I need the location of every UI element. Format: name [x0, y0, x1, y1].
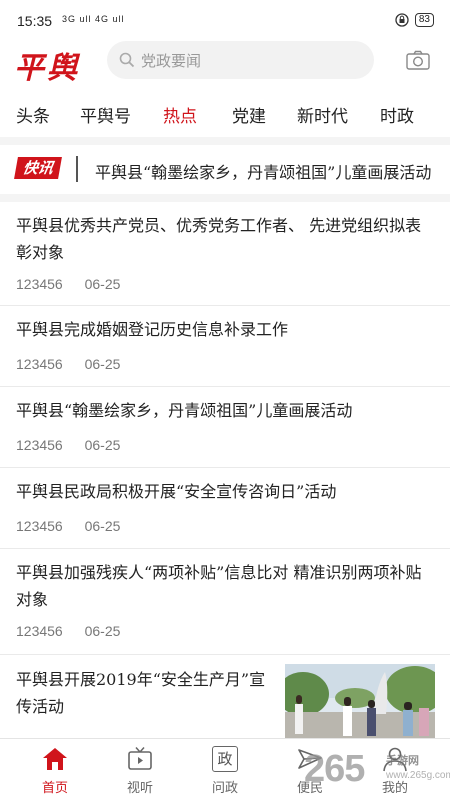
news-date: 06-25 [84, 518, 121, 534]
nav-wenzheng-label: 问政 [211, 781, 238, 796]
wenzheng-icon: 政 [212, 746, 238, 772]
news-photo-image [285, 664, 435, 740]
news-date: 06-25 [84, 356, 121, 372]
watermark-brand: 265 [304, 748, 365, 790]
news-meta: 123456 06-25 [16, 623, 138, 639]
nav-video-label: 视听 [126, 781, 153, 796]
news-views: 123456 [16, 623, 63, 639]
news-meta: 123456 06-25 [16, 518, 138, 534]
news-thumbnail [285, 664, 435, 740]
news-meta: 123456 06-25 [16, 276, 138, 292]
nav-home[interactable]: 首页 [25, 745, 85, 796]
news-date: 06-25 [84, 276, 121, 292]
tab-xinshidai[interactable]: 新时代 [297, 102, 348, 127]
watermark-url: www.265g.com [386, 770, 450, 781]
watermark-tag: 手游网 [386, 755, 419, 767]
section-separator [0, 194, 450, 202]
tab-pingyuhao[interactable]: 平舆号 [80, 102, 131, 127]
tab-redian[interactable]: 热点 [163, 102, 197, 127]
nav-video[interactable]: 视听 [110, 745, 170, 796]
nav-home-label: 首页 [41, 781, 68, 796]
search-bar[interactable]: 党政要闻 [107, 41, 374, 79]
news-title: 平舆县“翰墨绘家乡，丹青颂祖国”儿童画展活动 [16, 401, 353, 420]
tab-toutiao[interactable]: 头条 [16, 102, 50, 127]
news-item[interactable]: 平舆县优秀共产党员、优秀党务工作者、 先进党组织拟表彰对象 123456 06-… [0, 202, 450, 306]
news-item[interactable]: 平舆县完成婚姻登记历史信息补录工作 123456 06-25 [0, 306, 450, 386]
news-item[interactable]: 平舆县加强残疾人“两项补贴”信息比对 精准识别两项补贴对象 123456 06-… [0, 549, 450, 653]
app-header: 平舆 党政要闻 [0, 40, 450, 88]
flash-news-bar[interactable]: 快讯 平舆县“翰墨绘家乡，丹青颂祖国”儿童画展活动 [0, 145, 450, 193]
news-item[interactable]: 平舆县民政局积极开展“安全宣传咨询日”活动 123456 06-25 [0, 468, 450, 548]
news-meta: 123456 06-25 [16, 356, 138, 372]
home-icon [43, 748, 67, 770]
search-placeholder: 党政要闻 [141, 51, 202, 70]
news-views: 123456 [16, 276, 63, 292]
section-separator [0, 137, 450, 145]
news-title: 平舆县加强残疾人“两项补贴”信息比对 精准识别两项补贴对象 [16, 563, 422, 609]
news-views: 123456 [16, 437, 63, 453]
news-title: 平舆县开展2019年“安全生产月”宣传活动 [16, 670, 266, 716]
flash-divider [76, 156, 78, 182]
news-date: 06-25 [84, 437, 121, 453]
battery-indicator: 83 [414, 13, 434, 27]
watermark: 265 手游网 www.265g.com [304, 748, 450, 796]
list-divider [0, 654, 450, 655]
news-views: 123456 [16, 518, 63, 534]
signal-indicator: 3G ull 4G ull [62, 14, 125, 24]
app-logo: 平舆 [14, 51, 80, 86]
tab-shizheng[interactable]: 时政 [380, 102, 414, 127]
status-time: 15:35 [17, 13, 53, 29]
flash-badge: 快讯 [14, 157, 62, 179]
news-meta: 123456 06-25 [16, 437, 138, 453]
category-tabs: 头条 平舆号 热点 党建 新时代 时政 [0, 90, 450, 136]
status-bar: 15:35 3G ull 4G ull 83 [0, 0, 450, 40]
news-title: 平舆县完成婚姻登记历史信息补录工作 [16, 320, 289, 339]
news-item[interactable]: 平舆县开展2019年“安全生产月”宣传活动 [0, 664, 450, 740]
rotation-lock-icon [395, 13, 409, 27]
news-title: 平舆县民政局积极开展“安全宣传咨询日”活动 [16, 482, 337, 501]
camera-icon[interactable] [406, 50, 430, 70]
search-icon [119, 52, 135, 68]
flash-news-text: 平舆县“翰墨绘家乡，丹青颂祖国”儿童画展活动 [95, 163, 432, 182]
tab-dangjian[interactable]: 党建 [232, 102, 266, 127]
news-item[interactable]: 平舆县“翰墨绘家乡，丹青颂祖国”儿童画展活动 123456 06-25 [0, 387, 450, 467]
tv-icon [128, 747, 152, 770]
news-title: 平舆县优秀共产党员、优秀党务工作者、 先进党组织拟表彰对象 [16, 216, 422, 262]
nav-wenzheng[interactable]: 政 问政 [195, 745, 255, 796]
news-views: 123456 [16, 356, 63, 372]
status-right: 83 [395, 13, 434, 27]
news-date: 06-25 [84, 623, 121, 639]
